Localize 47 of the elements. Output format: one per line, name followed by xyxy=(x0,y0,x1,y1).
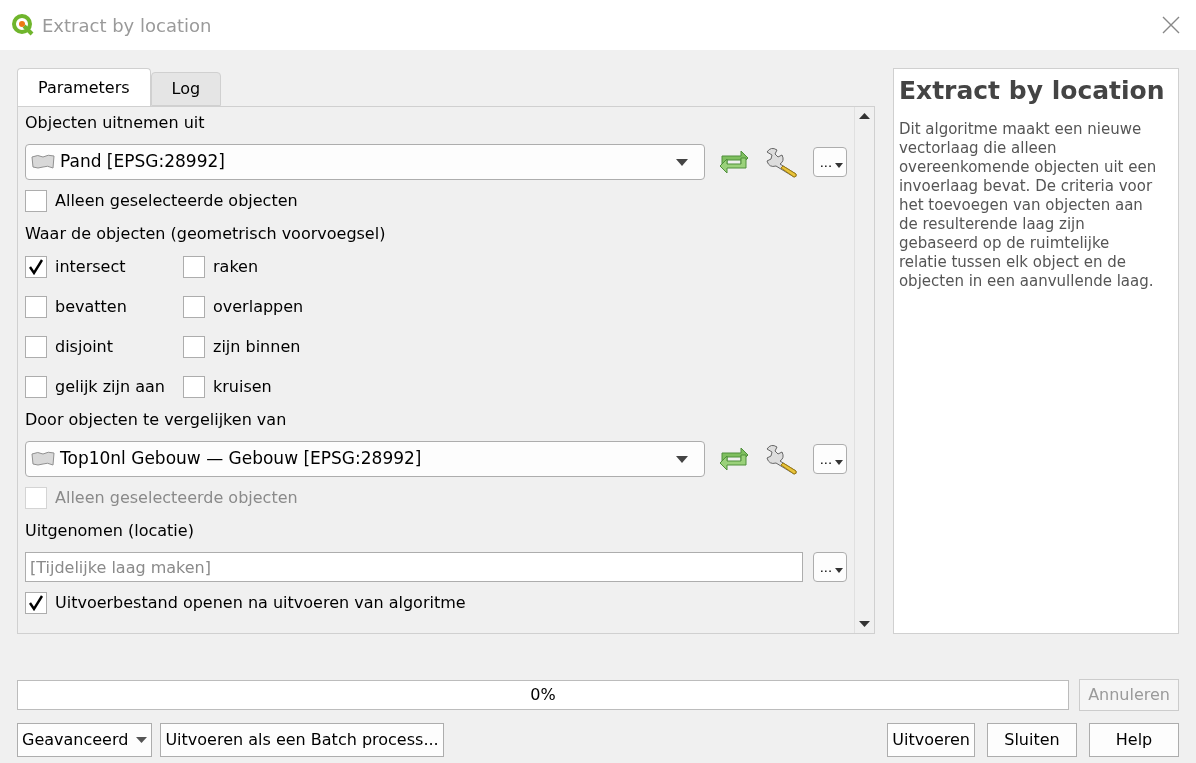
layer-name: Top10nl Gebouw — Gebouw [EPSG:28992] xyxy=(60,447,423,471)
checkbox[interactable]: raken xyxy=(183,255,847,279)
layer-name: Pand [EPSG:28992] xyxy=(60,150,226,174)
window-title: Extract by location xyxy=(42,13,213,38)
dropdown-caret-icon xyxy=(136,737,148,743)
run-button[interactable]: Uitvoeren xyxy=(887,723,975,757)
options-button[interactable]: ... xyxy=(812,444,847,474)
checkmark-icon xyxy=(28,259,44,275)
checkbox[interactable]: zijn binnen xyxy=(183,335,847,359)
checkbox[interactable]: Alleen geselecteerde objecten xyxy=(25,189,847,213)
polygon-layer-icon xyxy=(30,154,56,170)
checkbox[interactable]: intersect xyxy=(25,255,183,279)
options-button[interactable]: ... xyxy=(812,552,847,582)
advanced-dropdown[interactable]: Geavanceerd xyxy=(17,723,153,757)
batch-button[interactable]: Uitvoeren als een Batch process... xyxy=(160,723,444,757)
field-label: Waar de objecten (geometrisch voorvoegsel) xyxy=(25,223,387,245)
field-label: Objecten uitnemen uit xyxy=(25,112,206,134)
checkbox[interactable]: overlappen xyxy=(183,295,847,319)
help-text: Dit algoritme maakt een nieuwe vectorlaag die alleen overeenkomende objecten uit een invoerlaag bevat. De criteria voor het toevoegen van objecten aan de resulterende laag zijn gebaseerd op de ruimtelijke relatie tussen elk object en de objecten in een aanvullende laag. xyxy=(898,120,1158,292)
checkbox[interactable]: disjoint xyxy=(25,335,183,359)
close-icon[interactable] xyxy=(1162,16,1180,34)
layer-dropdown[interactable]: Top10nl Gebouw — Gebouw [EPSG:28992] xyxy=(25,441,705,477)
app-logo-icon xyxy=(12,14,34,36)
checkmark-icon xyxy=(28,595,44,611)
checkbox[interactable]: Uitvoerbestand openen na uitvoeren van algoritme xyxy=(25,591,847,615)
dropdown-caret-icon xyxy=(675,455,688,463)
help-button[interactable]: Help xyxy=(1089,723,1179,757)
output-field[interactable]: [Tijdelijke laag maken] xyxy=(25,552,803,582)
layer-dropdown[interactable]: Pand [EPSG:28992] xyxy=(25,144,705,180)
help-title: Extract by location xyxy=(898,75,1166,107)
checkbox[interactable]: bevatten xyxy=(25,295,183,319)
progress-reading: 0% xyxy=(529,684,557,706)
field-label: Uitgenomen (locatie) xyxy=(25,520,195,542)
field-label: Door objecten te vergelijken van xyxy=(25,409,288,431)
caret-icon xyxy=(834,460,843,465)
checkbox[interactable]: gelijk zijn aan xyxy=(25,375,183,399)
checkbox[interactable]: kruisen xyxy=(183,375,847,399)
close-button[interactable]: Sluiten xyxy=(987,723,1077,757)
caret-icon xyxy=(834,163,843,168)
scroll-up-icon[interactable] xyxy=(858,113,870,119)
options-button[interactable]: ... xyxy=(812,147,847,177)
tab[interactable]: Log xyxy=(150,72,222,106)
polygon-layer-icon xyxy=(30,451,56,467)
scroll-down-icon[interactable] xyxy=(858,621,870,627)
tab[interactable]: Parameters xyxy=(17,68,151,106)
dropdown-caret-icon xyxy=(675,158,688,166)
caret-icon xyxy=(834,568,843,573)
